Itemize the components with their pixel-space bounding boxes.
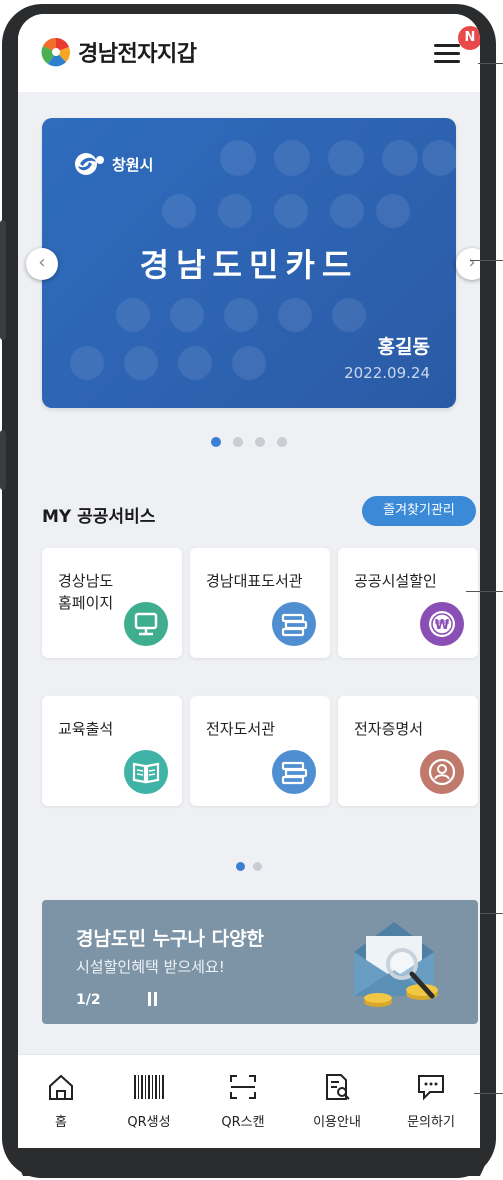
card-pattern-emblem xyxy=(330,194,364,228)
card-pattern-emblem xyxy=(70,346,104,380)
favorites-manage-button[interactable]: 즐겨찾기관리 xyxy=(362,496,476,526)
tile-label: 전자도서관 xyxy=(206,720,276,738)
app-header: 경남전자지갑 N xyxy=(18,14,480,92)
services-pagination xyxy=(18,856,480,875)
bottom-navigation: 홈 QR생성 QR스캔 이용안내 문의하기 xyxy=(18,1054,480,1162)
service-tile-gyeongnam-homepage[interactable]: 경상남도 홈페이지 xyxy=(42,548,182,658)
nav-guide[interactable]: 이용안내 xyxy=(294,1073,380,1143)
card-pattern-emblem xyxy=(382,140,418,176)
annotation-line xyxy=(466,591,503,592)
service-tile-facility-discount[interactable]: 공공시설할인 ₩ xyxy=(338,548,478,658)
nav-label: 이용안내 xyxy=(313,1115,361,1130)
banner-subtitle: 시설할인혜택 받으세요! xyxy=(76,958,225,976)
tile-label: 교육출석 xyxy=(58,720,114,738)
home-icon xyxy=(49,1074,73,1100)
scan-icon xyxy=(230,1075,256,1099)
pagination-dot[interactable] xyxy=(211,437,221,447)
carousel-next-button[interactable]: › xyxy=(456,248,480,280)
side-button xyxy=(0,430,6,490)
card-pattern-emblem xyxy=(332,298,366,332)
card-date: 2022.09.24 xyxy=(344,364,430,382)
annotation-line xyxy=(480,913,503,914)
menu-line xyxy=(434,60,460,63)
nav-label: 문의하기 xyxy=(407,1115,455,1130)
person-badge-icon xyxy=(420,750,464,794)
card-pattern-emblem xyxy=(232,346,266,380)
carousel-prev-button[interactable]: ‹ xyxy=(26,248,58,280)
card-pattern-emblem xyxy=(218,194,252,228)
monitor-icon xyxy=(124,602,168,646)
card-pattern-emblem xyxy=(170,298,204,332)
banner-page-indicator: 1/2 xyxy=(76,992,101,1008)
pagination-dot[interactable] xyxy=(277,437,287,447)
city-name: 창원시 xyxy=(112,156,154,174)
nav-label: 홈 xyxy=(55,1115,67,1130)
app-screen: 경남전자지갑 N 창원시 경남도민카드 홍길동 2022.09.24 ‹ › M… xyxy=(18,14,480,1162)
guide-document-icon xyxy=(326,1074,350,1100)
service-tile-education-attendance[interactable]: 교육출석 xyxy=(42,696,182,806)
chat-bubble-icon xyxy=(418,1075,444,1101)
app-logo-icon xyxy=(41,37,71,67)
tile-label: 경남대표도서관 xyxy=(206,572,303,590)
card-pattern-emblem xyxy=(274,140,310,176)
card-pattern-emblem xyxy=(124,346,158,380)
city-logo-icon xyxy=(75,153,104,175)
service-tile-e-library[interactable]: 전자도서관 xyxy=(190,696,330,806)
card-pattern-emblem xyxy=(116,298,150,332)
tile-label: 전자증명서 xyxy=(354,720,424,738)
card-holder-name: 홍길동 xyxy=(377,336,430,358)
card-pattern-emblem xyxy=(328,140,364,176)
card-pattern-emblem xyxy=(220,140,256,176)
nav-inquiry[interactable]: 문의하기 xyxy=(388,1073,474,1143)
envelope-coins-illustration xyxy=(354,922,438,1007)
card-pattern-emblem xyxy=(376,194,410,228)
menu-line xyxy=(434,52,460,55)
books-icon xyxy=(272,750,316,794)
card-pattern-emblem xyxy=(422,140,456,176)
service-tile-e-certificate[interactable]: 전자증명서 xyxy=(338,696,478,806)
card-pattern-emblem xyxy=(224,298,258,332)
pagination-dot[interactable] xyxy=(236,862,245,871)
books-icon xyxy=(272,602,316,646)
service-tile-library[interactable]: 경남대표도서관 xyxy=(190,548,330,658)
pause-icon[interactable] xyxy=(148,992,158,1006)
card-pattern-emblem xyxy=(278,298,312,332)
pagination-dot[interactable] xyxy=(255,437,265,447)
menu-line xyxy=(434,44,460,47)
promo-banner[interactable]: 경남도민 누구나 다양한 시설할인혜택 받으세요! 1/2 xyxy=(42,900,478,1024)
chevron-left-icon: ‹ xyxy=(38,252,46,273)
card-title: 경남도민카드 xyxy=(139,246,359,284)
annotation-line xyxy=(474,1093,503,1094)
notification-badge[interactable]: N xyxy=(458,26,480,50)
barcode-icon xyxy=(134,1075,164,1099)
section-title: MY 공공서비스 xyxy=(42,507,156,527)
card-pattern-emblem xyxy=(178,346,212,380)
nav-qr-scan[interactable]: QR스캔 xyxy=(200,1073,286,1143)
pagination-dot[interactable] xyxy=(233,437,243,447)
card-pattern-emblem xyxy=(162,194,196,228)
resident-card[interactable]: 창원시 경남도민카드 홍길동 2022.09.24 xyxy=(42,118,456,408)
nav-label: QR생성 xyxy=(127,1115,171,1130)
open-book-icon xyxy=(124,750,168,794)
annotation-line xyxy=(478,63,503,64)
nav-qr-generate[interactable]: QR생성 xyxy=(106,1073,192,1143)
volume-button xyxy=(0,220,6,340)
annotation-line xyxy=(470,260,503,261)
phone-bottom-edge xyxy=(10,1148,493,1176)
tile-label: 경상남도 홈페이지 xyxy=(58,572,114,612)
nav-home[interactable]: 홈 xyxy=(18,1073,104,1143)
card-pagination xyxy=(18,432,480,451)
app-title: 경남전자지갑 xyxy=(78,42,197,67)
banner-title: 경남도민 누구나 다양한 xyxy=(76,928,265,950)
chevron-right-icon: › xyxy=(468,252,476,273)
pagination-dot[interactable] xyxy=(253,862,262,871)
tile-label: 공공시설할인 xyxy=(354,572,437,590)
card-pattern-emblem xyxy=(274,194,308,228)
won-coin-icon: ₩ xyxy=(420,602,464,646)
nav-label: QR스캔 xyxy=(221,1115,265,1130)
svg-text:₩: ₩ xyxy=(435,618,450,633)
